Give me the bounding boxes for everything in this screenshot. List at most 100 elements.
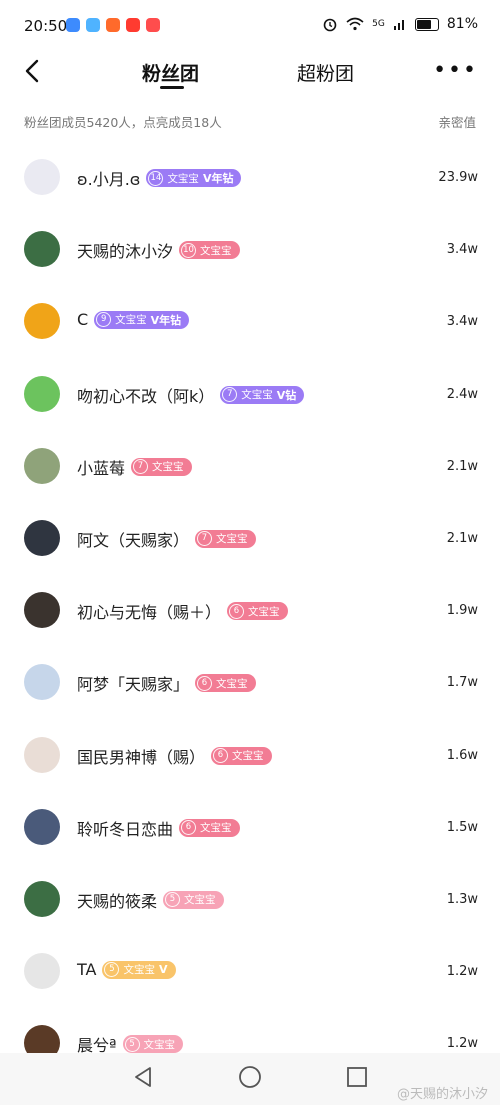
intimacy-value: 1.2w <box>446 1036 478 1052</box>
avatar[interactable] <box>24 159 60 195</box>
avatar[interactable] <box>24 303 60 340</box>
badge-level: 6 <box>197 675 213 691</box>
badge-label: 文宝宝 <box>248 605 280 618</box>
fan-badge: 5 文宝宝 <box>122 1035 184 1054</box>
taobao-icon <box>106 18 120 32</box>
member-name: C <box>77 310 89 330</box>
intimacy-value: 3.4w <box>446 242 478 258</box>
member-list: ʚ.小月.ɞ 14 文宝宝 V年钻 23.9w 天赐的沐小汐 10 文宝宝 3.4w C 9 文宝宝 V… <box>0 141 500 1079</box>
badge-label: 文宝宝 <box>167 172 199 185</box>
badge-level: 9 <box>96 312 112 328</box>
fan-badge: 6 文宝宝 <box>195 674 256 693</box>
member-row[interactable]: 天赐的筱柔 5 文宝宝 1.3w <box>0 863 500 935</box>
member-name: 天赐的沐小汐 <box>77 242 174 262</box>
avatar[interactable] <box>24 664 60 701</box>
badge-level: 10 <box>181 242 197 258</box>
badge-vip-mark: V <box>158 963 168 977</box>
member-name-line: 阿文（天赐家） 7 文宝宝 <box>77 527 256 551</box>
fan-badge: 7 文宝宝 <box>131 457 192 476</box>
member-name-line: 天赐的沐小汐 10 文宝宝 <box>77 238 240 262</box>
signal-icon <box>393 20 404 30</box>
nav-home-icon[interactable] <box>238 1065 262 1089</box>
avatar[interactable] <box>24 519 60 556</box>
nav-back-icon[interactable] <box>132 1065 154 1089</box>
intimacy-value: 1.6w <box>446 747 478 763</box>
nav-recents-icon[interactable] <box>346 1065 368 1089</box>
intimacy-value: 1.3w <box>446 891 478 907</box>
member-name: 聆听冬日恋曲 <box>77 819 174 839</box>
member-name: 天赐的筱柔 <box>77 891 158 911</box>
badge-level: 14 <box>148 170 164 186</box>
fan-badge: 6 文宝宝 <box>211 746 272 765</box>
badge-label: 文宝宝 <box>200 244 232 257</box>
top-bar: 粉丝团 超粉团 ••• <box>0 56 500 106</box>
member-name: 国民男神博（赐） <box>77 747 206 767</box>
avatar[interactable] <box>24 880 60 917</box>
member-name-line: 初心与无悔（赐＋） 6 文宝宝 <box>77 599 288 623</box>
avatar[interactable] <box>24 808 60 845</box>
member-name: 吻初心不改（阿k） <box>77 386 215 406</box>
fan-badge: 7 文宝宝 V钻 <box>220 385 305 404</box>
notification-icons <box>66 18 160 32</box>
badge-label: 文宝宝 <box>123 964 155 977</box>
member-row[interactable]: ʚ.小月.ɞ 14 文宝宝 V年钻 23.9w <box>0 141 500 213</box>
member-row[interactable]: 国民男神博（赐） 6 文宝宝 1.6w <box>0 719 500 791</box>
badge-label: 文宝宝 <box>143 1038 176 1051</box>
badge-level: 7 <box>197 531 213 547</box>
member-row[interactable]: 初心与无悔（赐＋） 6 文宝宝 1.9w <box>0 574 500 646</box>
member-name: 小蓝莓 <box>77 458 126 478</box>
wifi-icon <box>346 17 364 31</box>
member-row[interactable]: 阿梦「天赐家」 6 文宝宝 1.7w <box>0 646 500 718</box>
fan-badge: 6 文宝宝 <box>227 602 288 621</box>
intimacy-value: 1.7w <box>446 675 478 691</box>
member-name: 初心与无悔（赐＋） <box>77 603 222 623</box>
intimacy-value: 23.9w <box>438 170 478 185</box>
book-app-icon <box>146 18 160 32</box>
avatar[interactable] <box>24 375 60 412</box>
fan-badge: 7 文宝宝 <box>195 529 256 548</box>
member-name-line: 国民男神博（赐） 6 文宝宝 <box>77 744 272 768</box>
status-bar: 20:50 5G 81% <box>0 0 500 56</box>
system-indicators: 5G 81% <box>322 16 478 32</box>
battery-icon <box>414 17 439 31</box>
badge-label: 文宝宝 <box>232 750 264 762</box>
member-name: 阿梦「天赐家」 <box>77 675 190 695</box>
avatar[interactable] <box>24 447 60 484</box>
member-row[interactable]: TA 5 文宝宝 V 1.2w <box>0 935 500 1007</box>
back-icon[interactable] <box>20 58 46 84</box>
badge-level: 5 <box>104 962 120 978</box>
member-name-line: ʚ.小月.ɞ 14 文宝宝 V年钻 <box>77 166 242 190</box>
member-row[interactable]: 聆听冬日恋曲 6 文宝宝 1.5w <box>0 791 500 863</box>
badge-level: 7 <box>222 387 238 403</box>
signal-label: 5G <box>372 19 385 29</box>
avatar[interactable] <box>24 953 60 990</box>
tab-fan-group[interactable]: 粉丝团 <box>142 59 199 86</box>
member-name-line: 阿梦「天赐家」 6 文宝宝 <box>77 671 256 695</box>
badge-vip-mark: V年钻 <box>150 313 182 327</box>
member-row[interactable]: C 9 文宝宝 V年钻 3.4w <box>0 285 500 357</box>
tab-super-fan-group[interactable]: 超粉团 <box>297 59 354 86</box>
avatar[interactable] <box>24 736 60 773</box>
member-row[interactable]: 阿文（天赐家） 7 文宝宝 2.1w <box>0 502 500 574</box>
battery-percent: 81% <box>446 16 478 32</box>
fan-badge: 9 文宝宝 V年钻 <box>94 310 190 329</box>
badge-label: 文宝宝 <box>200 822 232 835</box>
member-row[interactable]: 天赐的沐小汐 10 文宝宝 3.4w <box>0 213 500 285</box>
red-app-icon <box>126 18 140 32</box>
intimacy-value: 1.5w <box>446 819 478 835</box>
member-count-text: 粉丝团成员5420人，点亮成员18人 <box>24 115 222 130</box>
member-name: 阿文（天赐家） <box>77 530 190 550</box>
fan-badge: 6 文宝宝 <box>179 818 240 837</box>
fan-badge: 10 文宝宝 <box>179 241 240 260</box>
more-options-icon[interactable]: ••• <box>433 58 478 83</box>
member-name-line: C 9 文宝宝 V年钻 <box>77 310 190 330</box>
badge-label: 文宝宝 <box>216 677 248 690</box>
fan-badge: 14 文宝宝 V年钻 <box>146 169 242 187</box>
member-row[interactable]: 吻初心不改（阿k） 7 文宝宝 V钻 2.4w <box>0 358 500 430</box>
avatar[interactable] <box>24 231 60 268</box>
avatar[interactable] <box>24 592 60 629</box>
intimacy-header: 亲密值 <box>438 115 476 130</box>
member-row[interactable]: 小蓝莓 7 文宝宝 2.1w <box>0 430 500 502</box>
intimacy-value: 2.4w <box>446 386 478 402</box>
weibo-watermark: @天赐的沐小汐 <box>396 1087 488 1102</box>
